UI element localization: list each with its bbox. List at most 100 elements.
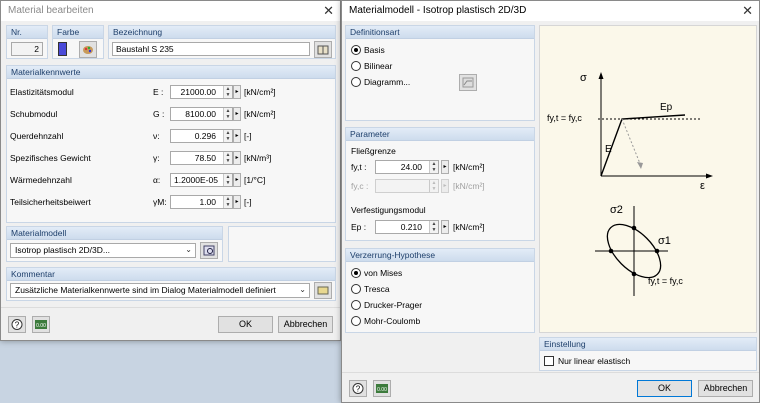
fy-label: fy,t = fy,c [547, 113, 582, 123]
kennwert-arrow-button[interactable]: ▸ [233, 107, 241, 121]
dialog-title-text: Materialmodell - Isotrop plastisch 2D/3D [349, 5, 527, 16]
diagramm-edit-button[interactable] [459, 74, 477, 91]
ep-spinner[interactable]: ▲ ▼ [429, 221, 438, 233]
einstellung-header: Einstellung [540, 338, 756, 351]
ep-value: 0.210 [400, 222, 422, 232]
kennwert-value: 1.2000E-05 [174, 175, 218, 185]
fyt-arrow-button[interactable]: ▸ [441, 160, 449, 174]
book-icon [317, 45, 329, 55]
radio-hyp_options-3[interactable] [351, 316, 361, 326]
units-button[interactable]: 0.00 [32, 316, 50, 333]
radio-label: von Mises [364, 268, 403, 278]
bezeichnung-input[interactable]: Baustahl S 235 [112, 42, 310, 56]
kennwert-input[interactable]: 78.50 ▲ ▼ [170, 151, 233, 165]
fyt-input[interactable]: 24.00 ▲ ▼ [375, 160, 439, 174]
bezeichnung-group: Bezeichnung Baustahl S 235 [108, 25, 336, 59]
ok-button[interactable]: OK [637, 380, 692, 397]
kennwert-arrow-button[interactable]: ▸ [233, 151, 241, 165]
kennwert-spinner[interactable]: ▲ ▼ [223, 86, 232, 98]
kennwert-symbol: γM: [153, 197, 167, 207]
kennwert-symbol: ν: [153, 131, 160, 141]
ep-curve-label: Ep [660, 102, 673, 113]
radio-label: Diagramm... [364, 77, 411, 87]
fliessgrenze-label: Fließgrenze [351, 146, 396, 156]
nur-linear-label: Nur linear elastisch [558, 356, 631, 366]
kennwert-input[interactable]: 1.00 ▲ ▼ [170, 195, 233, 209]
ok-button[interactable]: OK [218, 316, 273, 333]
right-footer: ? 0.00 OK Abbrechen [342, 372, 759, 402]
ep-input[interactable]: 0.210 ▲ ▼ [375, 220, 439, 234]
nr-label: Nr. [7, 26, 47, 39]
kennwert-arrow-button[interactable]: ▸ [233, 129, 241, 143]
materialmodell-group: Materialmodell Isotrop plastisch 2D/3D..… [6, 226, 223, 262]
radio-def_options-1[interactable] [351, 61, 361, 71]
kennwert-label: Schubmodul [10, 109, 58, 119]
kennwert-input[interactable]: 8100.00 ▲ ▼ [170, 107, 233, 121]
chevron-down-icon: ⌄ [185, 245, 192, 254]
kennwert-label: Teilsicherheitsbeiwert [10, 197, 91, 207]
kennwert-spinner[interactable]: ▲ ▼ [223, 174, 232, 186]
kennwert-symbol: G : [153, 109, 165, 119]
radio-def_options-0[interactable] [351, 45, 361, 55]
kommentar-button[interactable] [314, 282, 332, 299]
radio-hyp_options-0[interactable] [351, 268, 361, 278]
cancel-button[interactable]: Abbrechen [278, 316, 333, 333]
radio-hyp_options-2[interactable] [351, 300, 361, 310]
parameter-group: Parameter Fließgrenze fy,t : 24.00 ▲ ▼ ▸ … [345, 127, 535, 241]
units-icon: 0.00 [35, 320, 47, 329]
kennwert-spinner[interactable]: ▲ ▼ [223, 108, 232, 120]
kennwert-arrow-button[interactable]: ▸ [233, 85, 241, 99]
nr-field[interactable]: 2 [11, 42, 43, 56]
kennwert-spinner[interactable]: ▲ ▼ [223, 152, 232, 164]
units-icon: 0.00 [376, 384, 388, 393]
close-icon[interactable]: ✕ [323, 3, 334, 19]
materialmodell-select[interactable]: Isotrop plastisch 2D/3D... ⌄ [10, 243, 196, 258]
radio-def_options-2[interactable] [351, 77, 361, 87]
close-icon[interactable]: ✕ [742, 3, 753, 19]
kennwert-spinner[interactable]: ▲ ▼ [223, 130, 232, 142]
kennwert-unit: [-] [244, 131, 252, 141]
nr-group: Nr. 2 [6, 25, 48, 59]
sigma1-axis-label: σ1 [658, 235, 671, 247]
materialmodell-edit-button[interactable] [200, 242, 218, 259]
nur-linear-checkbox[interactable] [544, 356, 554, 366]
radio-hyp_options-1[interactable] [351, 284, 361, 294]
stress-strain-svg: σ fy,t = fy,c Ep E ε σ2 σ1 fy,t = fy,c [547, 72, 713, 296]
comment-icon [317, 286, 329, 295]
help-icon: ? [352, 383, 364, 394]
kennwert-label: Wärmedehnzahl [10, 175, 72, 185]
fyc-symbol: fy,c : [351, 181, 369, 191]
color-swatch[interactable] [58, 42, 67, 56]
einstellung-group: Einstellung Nur linear elastisch [539, 337, 757, 371]
svg-text:0.00: 0.00 [36, 323, 46, 329]
kennwert-arrow-button[interactable]: ▸ [233, 173, 241, 187]
e-curve-label: E [605, 144, 612, 155]
bezeichnung-label: Bezeichnung [109, 26, 335, 39]
kennwert-value: 0.296 [194, 131, 216, 141]
empty-panel [228, 226, 336, 262]
kennwert-input[interactable]: 0.296 ▲ ▼ [170, 129, 233, 143]
kommentar-header: Kommentar [7, 268, 335, 281]
kennwert-value: 21000.00 [180, 87, 216, 97]
help-button[interactable]: ? [8, 316, 26, 333]
edit-model-icon [203, 245, 215, 256]
left-footer: ? 0.00 OK Abbrechen [1, 307, 340, 340]
dialog-title-text: Material bearbeiten [8, 5, 94, 16]
kennwerte-header: Materialkennwerte [7, 66, 335, 79]
units-button[interactable]: 0.00 [373, 380, 391, 397]
kennwert-input[interactable]: 21000.00 ▲ ▼ [170, 85, 233, 99]
kennwert-input[interactable]: 1.2000E-05 ▲ ▼ [170, 173, 233, 187]
library-button[interactable] [314, 41, 332, 58]
fyt-spinner[interactable]: ▲ ▼ [429, 161, 438, 173]
color-picker-button[interactable] [79, 41, 97, 58]
kennwert-arrow-button[interactable]: ▸ [233, 195, 241, 209]
ep-arrow-button[interactable]: ▸ [441, 220, 449, 234]
help-button[interactable]: ? [349, 380, 367, 397]
materialmodell-dialog: Materialmodell - Isotrop plastisch 2D/3D… [341, 0, 760, 403]
kennwert-spinner[interactable]: ▲ ▼ [223, 196, 232, 208]
radio-label: Tresca [364, 284, 390, 294]
cancel-button[interactable]: Abbrechen [698, 380, 753, 397]
hypothese-group: Verzerrung-Hypothese von Mises Tresca Druc… [345, 248, 535, 333]
ep-symbol: Ep : [351, 222, 367, 232]
kommentar-select[interactable]: Zusätzliche Materialkennwerte sind im Di… [10, 283, 310, 298]
